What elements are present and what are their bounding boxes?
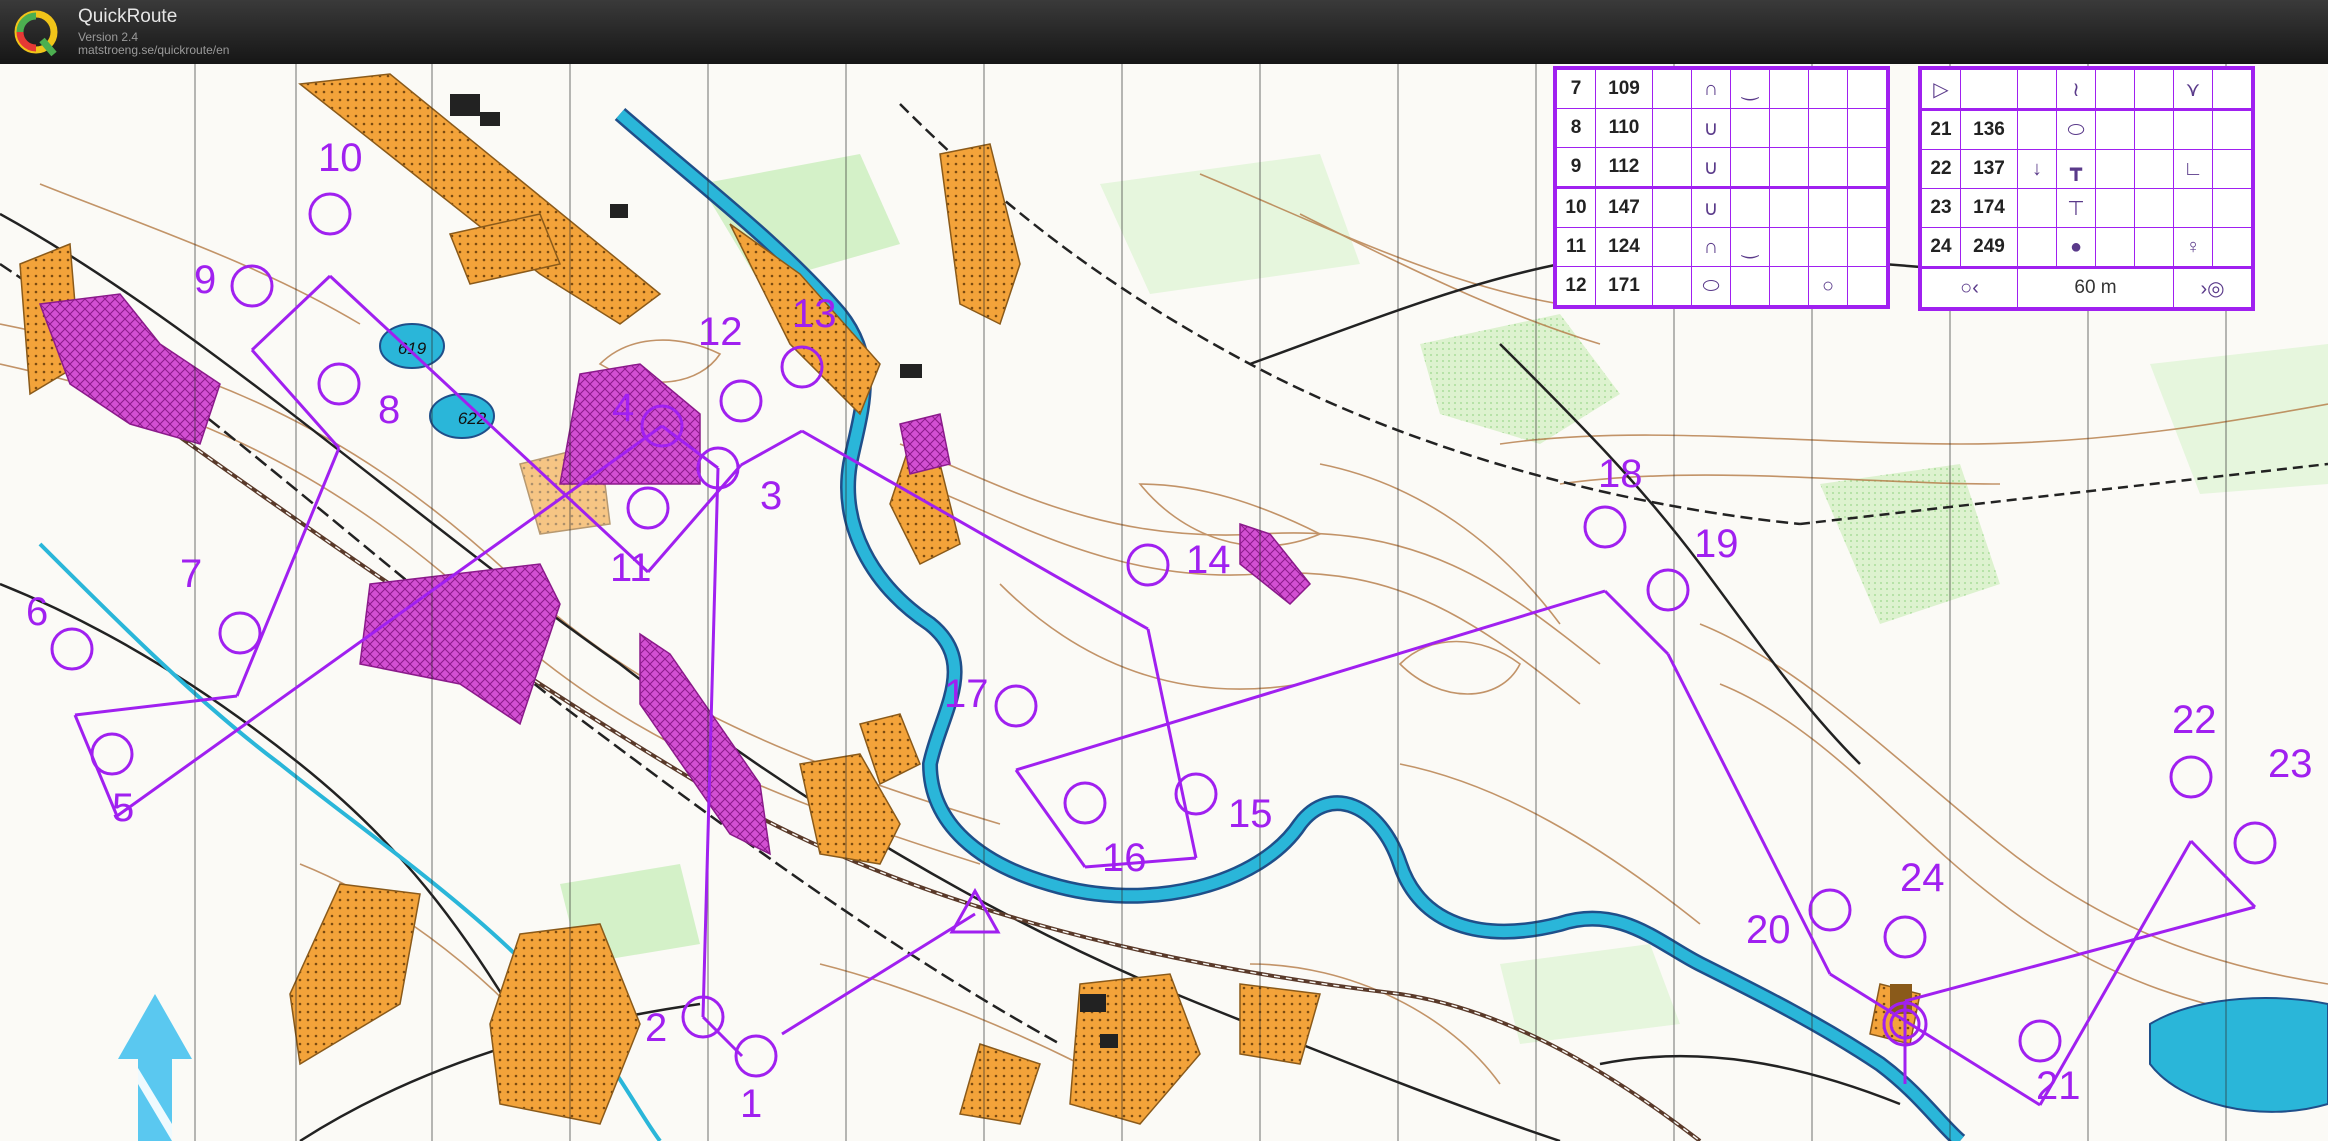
control-circle-10 xyxy=(308,192,352,236)
control-circle-16 xyxy=(1063,781,1107,825)
triangle-icon: ▷ xyxy=(1921,69,1961,110)
control-label-9: 9 xyxy=(194,258,217,302)
description-row-header: ▷ ≀ ⋎ xyxy=(1921,69,2252,110)
app-version: Version 2.4 xyxy=(78,30,139,44)
description-row-7: 7 109 ∩ ‿ xyxy=(1556,69,1887,109)
finish-right-icon: ›◎ xyxy=(2173,266,2252,308)
north-arrow-icon xyxy=(118,994,192,1141)
control-circle-9 xyxy=(230,264,274,308)
control-circle-21 xyxy=(2018,1019,2062,1063)
finish-left-icon: ○‹ xyxy=(1921,266,2018,308)
control-label-19: 19 xyxy=(1694,522,1739,566)
description-code: 109 xyxy=(1595,69,1653,109)
control-circle-7 xyxy=(218,611,262,655)
control-label-10: 10 xyxy=(318,136,363,180)
control-description-sheet-left: 7 109 ∩ ‿ 8 110 ∪ 9 112 ∪ 10 147 ∪ 11 12… xyxy=(1553,66,1890,309)
description-row-9: 9 112 ∪ xyxy=(1556,147,1887,188)
control-circle-8 xyxy=(317,362,361,406)
description-row-23: 23 174 ⊤ xyxy=(1921,188,2252,228)
description-row-21: 21 136 ⬭ xyxy=(1921,108,2252,150)
control-label-2: 2 xyxy=(645,1006,668,1050)
description-row-finish: ○‹ 60 m ›◎ xyxy=(1921,266,2252,308)
control-label-5: 5 xyxy=(112,786,135,830)
app-url: matstroeng.se/quickroute/en xyxy=(78,43,230,57)
control-circle-24 xyxy=(1883,915,1927,959)
control-label-11: 11 xyxy=(610,546,652,590)
control-circle-17 xyxy=(994,684,1038,728)
control-label-4: 4 xyxy=(612,386,635,430)
control-label-24: 24 xyxy=(1900,856,1945,900)
lake-southeast xyxy=(2149,997,2328,1113)
control-circle-5 xyxy=(90,732,134,776)
control-label-3: 3 xyxy=(760,474,783,518)
control-circle-22 xyxy=(2169,755,2213,799)
control-label-18: 18 xyxy=(1598,452,1643,496)
description-number: 7 xyxy=(1556,69,1596,109)
orienteering-map[interactable]: 619 622 1 2 3 4 5 6 7 8 9 10 11 12 13 14… xyxy=(0,64,2328,1141)
control-label-8: 8 xyxy=(378,388,401,432)
control-circle-11 xyxy=(626,486,670,530)
control-label-20: 20 xyxy=(1746,908,1791,952)
control-label-23: 23 xyxy=(2268,742,2313,786)
feature-symbol: ∩ xyxy=(1691,69,1731,109)
control-label-6: 6 xyxy=(26,590,49,634)
description-row-11: 11 124 ∩ ‿ xyxy=(1556,227,1887,267)
quickroute-logo-icon xyxy=(14,10,58,57)
control-label-22: 22 xyxy=(2172,698,2217,742)
control-label-12: 12 xyxy=(698,310,743,354)
description-row-10: 10 147 ∪ xyxy=(1556,186,1887,228)
title-bar: QuickRoute Version 2.4 matstroeng.se/qui… xyxy=(0,0,2328,64)
control-label-15: 15 xyxy=(1228,792,1273,836)
control-label-21: 21 xyxy=(2036,1064,2081,1108)
control-circle-20 xyxy=(1808,888,1852,932)
control-label-16: 16 xyxy=(1102,836,1147,880)
control-label-14: 14 xyxy=(1186,538,1231,582)
description-row-24: 24 249 ● ♀ xyxy=(1921,227,2252,268)
control-circle-18 xyxy=(1583,505,1627,549)
control-label-13: 13 xyxy=(792,292,837,336)
control-label-1: 1 xyxy=(740,1082,763,1126)
control-circle-12 xyxy=(719,379,763,423)
app-name: QuickRoute xyxy=(78,6,178,27)
description-row-12: 12 171 ⬭ ○ xyxy=(1556,266,1887,306)
description-row-22: 22 137 ↓ ┳ ∟ xyxy=(1921,149,2252,189)
finish-distance: 60 m xyxy=(2017,266,2174,308)
control-circle-23 xyxy=(2233,821,2277,865)
control-label-17: 17 xyxy=(944,672,989,716)
control-description-sheet-right: ▷ ≀ ⋎ 21 136 ⬭ 22 137 ↓ ┳ ∟ 23 174 ⊤ 24 … xyxy=(1918,66,2255,311)
control-circle-19 xyxy=(1646,568,1690,612)
control-label-7: 7 xyxy=(180,552,203,596)
description-row-8: 8 110 ∪ xyxy=(1556,108,1887,148)
control-circle-6 xyxy=(50,627,94,671)
